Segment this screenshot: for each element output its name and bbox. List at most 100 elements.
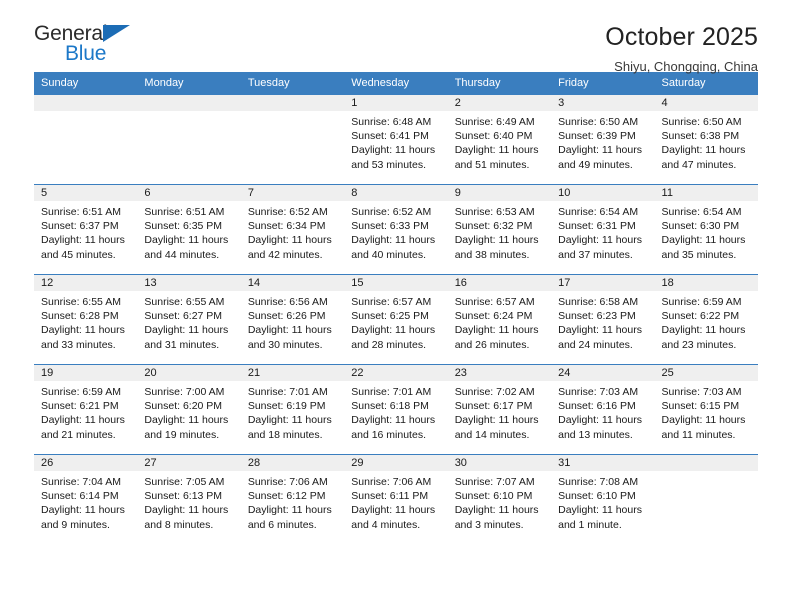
daylight-text-line2: and 11 minutes. [661, 428, 736, 441]
day-cell-inner [137, 95, 241, 184]
daylight-text-line1: Daylight: 11 hours [41, 234, 125, 247]
calendar-day-cell[interactable]: 25 Sunrise: 7:03 AM Sunset: 6:15 PM Dayligh… [654, 364, 758, 455]
calendar-day-cell[interactable]: 22 Sunrise: 7:01 AM Sunset: 6:18 PM Dayligh… [344, 364, 448, 455]
calendar-week-row: 12 Sunrise: 6:55 AM Sunset: 6:28 PM Dayligh… [34, 274, 758, 365]
calendar-day-cell[interactable]: 10 Sunrise: 6:54 AM Sunset: 6:31 PM Dayligh… [551, 184, 655, 275]
sunrise-text: Sunrise: 7:00 AM [144, 386, 225, 398]
calendar-day-cell[interactable]: 27 Sunrise: 7:05 AM Sunset: 6:13 PM Dayligh… [137, 454, 241, 544]
day-number: 16 [447, 275, 552, 291]
calendar-day-cell[interactable]: 30 Sunrise: 7:07 AM Sunset: 6:10 PM Dayligh… [447, 454, 552, 544]
calendar-day-cell[interactable]: 20 Sunrise: 7:00 AM Sunset: 6:20 PM Dayligh… [137, 364, 241, 455]
calendar-week-row: 1 Sunrise: 6:48 AM Sunset: 6:41 PM Daylight… [34, 94, 758, 185]
calendar-day-cell[interactable]: 31 Sunrise: 7:08 AM Sunset: 6:10 PM Dayligh… [551, 454, 655, 544]
daylight-text-line2: and 51 minutes. [454, 158, 530, 171]
calendar-day-cell[interactable]: 7 Sunrise: 6:52 AM Sunset: 6:34 PM Daylight… [240, 184, 345, 275]
daylight-text-line2: and 21 minutes. [41, 428, 116, 441]
calendar-day-cell[interactable]: 17 Sunrise: 6:58 AM Sunset: 6:23 PM Dayligh… [551, 274, 655, 365]
daylight-text-line2: and 35 minutes. [661, 248, 737, 261]
sunrise-text: Sunrise: 6:49 AM [454, 116, 535, 128]
day-details: Sunrise: 6:55 AM Sunset: 6:28 PM Daylight:… [34, 291, 137, 352]
calendar-day-cell[interactable]: 29 Sunrise: 7:06 AM Sunset: 6:11 PM Dayligh… [344, 454, 448, 544]
daylight-text-line2: and 23 minutes. [661, 338, 737, 351]
daylight-text-line1: Daylight: 11 hours [144, 234, 229, 247]
calendar-day-cell[interactable]: 24 Sunrise: 7:03 AM Sunset: 6:16 PM Dayligh… [551, 364, 655, 455]
calendar-day-cell[interactable]: 2 Sunrise: 6:49 AM Sunset: 6:40 PM Daylight… [447, 94, 552, 185]
location-subtitle: Shiyu, Chongqing, China [614, 59, 758, 74]
daylight-text-line1: Daylight: 11 hours [351, 144, 436, 157]
calendar-day-cell[interactable]: 3 Sunrise: 6:50 AM Sunset: 6:39 PM Daylight… [551, 94, 655, 185]
sunset-text: Sunset: 6:20 PM [144, 400, 223, 413]
calendar-day-cell[interactable]: 18 Sunrise: 6:59 AM Sunset: 6:22 PM Dayligh… [654, 274, 758, 365]
day-number: 2 [447, 95, 552, 111]
day-number: 9 [447, 185, 552, 201]
calendar-day-cell[interactable]: 15 Sunrise: 6:57 AM Sunset: 6:25 PM Dayligh… [344, 274, 448, 365]
sunset-text: Sunset: 6:25 PM [351, 310, 429, 323]
calendar-day-cell[interactable]: 11 Sunrise: 6:54 AM Sunset: 6:30 PM Dayligh… [654, 184, 758, 275]
daylight-text-line1: Daylight: 11 hours [144, 504, 229, 517]
day-details: Sunrise: 7:06 AM Sunset: 6:11 PM Daylight:… [344, 471, 447, 532]
day-cell-inner: 15 Sunrise: 6:57 AM Sunset: 6:25 PM Dayligh… [344, 275, 448, 364]
day-details: Sunrise: 6:56 AM Sunset: 6:26 PM Daylight:… [241, 291, 344, 352]
calendar-day-cell[interactable]: 4 Sunrise: 6:50 AM Sunset: 6:38 PM Daylight… [654, 94, 758, 185]
day-cell-inner: 26 Sunrise: 7:04 AM Sunset: 6:14 PM Dayligh… [34, 455, 138, 544]
calendar-day-cell[interactable]: 9 Sunrise: 6:53 AM Sunset: 6:32 PM Daylight… [447, 184, 552, 275]
day-details: Sunrise: 7:03 AM Sunset: 6:16 PM Daylight:… [551, 381, 654, 442]
daylight-text-line2: and 31 minutes. [144, 338, 220, 351]
day-cell-inner [240, 95, 345, 184]
calendar-day-cell[interactable]: 19 Sunrise: 6:59 AM Sunset: 6:21 PM Dayligh… [34, 364, 138, 455]
calendar-day-cell[interactable]: 12 Sunrise: 6:55 AM Sunset: 6:28 PM Dayligh… [34, 274, 138, 365]
sunrise-text: Sunrise: 6:52 AM [351, 206, 432, 218]
calendar-day-cell[interactable]: 14 Sunrise: 6:56 AM Sunset: 6:26 PM Dayligh… [240, 274, 345, 365]
sunset-text: Sunset: 6:31 PM [558, 220, 636, 233]
weekday-header-wednesday: Wednesday [344, 72, 448, 95]
calendar-day-cell[interactable]: 28 Sunrise: 7:06 AM Sunset: 6:12 PM Dayligh… [240, 454, 345, 544]
day-number: 26 [34, 455, 138, 471]
sunset-text: Sunset: 6:37 PM [41, 220, 119, 233]
day-cell-inner: 27 Sunrise: 7:05 AM Sunset: 6:13 PM Dayligh… [137, 455, 241, 544]
calendar-day-cell[interactable]: 5 Sunrise: 6:51 AM Sunset: 6:37 PM Daylight… [34, 184, 138, 275]
calendar-day-cell[interactable]: 16 Sunrise: 6:57 AM Sunset: 6:24 PM Dayligh… [447, 274, 552, 365]
day-number: 11 [654, 185, 758, 201]
day-cell-inner: 19 Sunrise: 6:59 AM Sunset: 6:21 PM Dayligh… [34, 365, 138, 454]
day-details: Sunrise: 7:01 AM Sunset: 6:18 PM Daylight:… [344, 381, 447, 442]
calendar-day-cell[interactable]: 26 Sunrise: 7:04 AM Sunset: 6:14 PM Dayligh… [34, 454, 138, 544]
day-number: 5 [34, 185, 138, 201]
calendar-day-cell[interactable]: 1 Sunrise: 6:48 AM Sunset: 6:41 PM Daylight… [344, 94, 448, 185]
day-details: Sunrise: 6:52 AM Sunset: 6:33 PM Daylight:… [344, 201, 447, 262]
day-cell-inner: 16 Sunrise: 6:57 AM Sunset: 6:24 PM Dayligh… [447, 275, 552, 364]
sunset-text: Sunset: 6:26 PM [247, 310, 326, 323]
sunrise-text: Sunrise: 7:04 AM [41, 476, 121, 488]
day-cell-inner: 25 Sunrise: 7:03 AM Sunset: 6:15 PM Dayligh… [654, 365, 758, 454]
day-number: 8 [344, 185, 448, 201]
daylight-text-line1: Daylight: 11 hours [247, 234, 332, 247]
day-number: 4 [654, 95, 758, 111]
day-details: Sunrise: 6:54 AM Sunset: 6:30 PM Daylight:… [655, 201, 758, 262]
day-number: 12 [34, 275, 138, 291]
calendar-day-cell[interactable]: 8 Sunrise: 6:52 AM Sunset: 6:33 PM Daylight… [344, 184, 448, 275]
daylight-text-line1: Daylight: 11 hours [454, 324, 539, 337]
day-cell-inner: 17 Sunrise: 6:58 AM Sunset: 6:23 PM Dayligh… [551, 275, 655, 364]
calendar-day-cell[interactable]: 13 Sunrise: 6:55 AM Sunset: 6:27 PM Dayligh… [137, 274, 241, 365]
day-cell-inner: 2 Sunrise: 6:49 AM Sunset: 6:40 PM Daylight… [447, 95, 552, 184]
sunrise-text: Sunrise: 7:07 AM [454, 476, 535, 488]
calendar-day-cell[interactable]: 21 Sunrise: 7:01 AM Sunset: 6:19 PM Dayligh… [240, 364, 345, 455]
daylight-text-line1: Daylight: 11 hours [661, 144, 746, 157]
day-details: Sunrise: 7:00 AM Sunset: 6:20 PM Daylight:… [137, 381, 240, 442]
daylight-text-line2: and 6 minutes. [247, 518, 317, 531]
calendar-day-cell[interactable]: 6 Sunrise: 6:51 AM Sunset: 6:35 PM Daylight… [137, 184, 241, 275]
day-number: 21 [240, 365, 345, 381]
calendar-day-cell[interactable]: 23 Sunrise: 7:02 AM Sunset: 6:17 PM Dayligh… [447, 364, 552, 455]
sunrise-text: Sunrise: 6:51 AM [41, 206, 121, 218]
daylight-text-line1: Daylight: 11 hours [558, 234, 642, 247]
daylight-text-line2: and 38 minutes. [454, 248, 530, 261]
sunrise-text: Sunrise: 6:59 AM [661, 296, 742, 308]
sunrise-text: Sunrise: 6:50 AM [558, 116, 639, 128]
logo-triangle-icon [103, 25, 130, 42]
calendar-grid: Sunday Monday Tuesday Wednesday Thursday… [34, 72, 758, 544]
logo-text-blue: Blue [65, 42, 107, 65]
daylight-text-line2: and 1 minute. [558, 518, 622, 531]
sunset-text: Sunset: 6:15 PM [661, 400, 740, 413]
day-number: 24 [551, 365, 655, 381]
daylight-text-line1: Daylight: 11 hours [247, 504, 332, 517]
day-details: Sunrise: 6:57 AM Sunset: 6:25 PM Daylight:… [344, 291, 447, 352]
